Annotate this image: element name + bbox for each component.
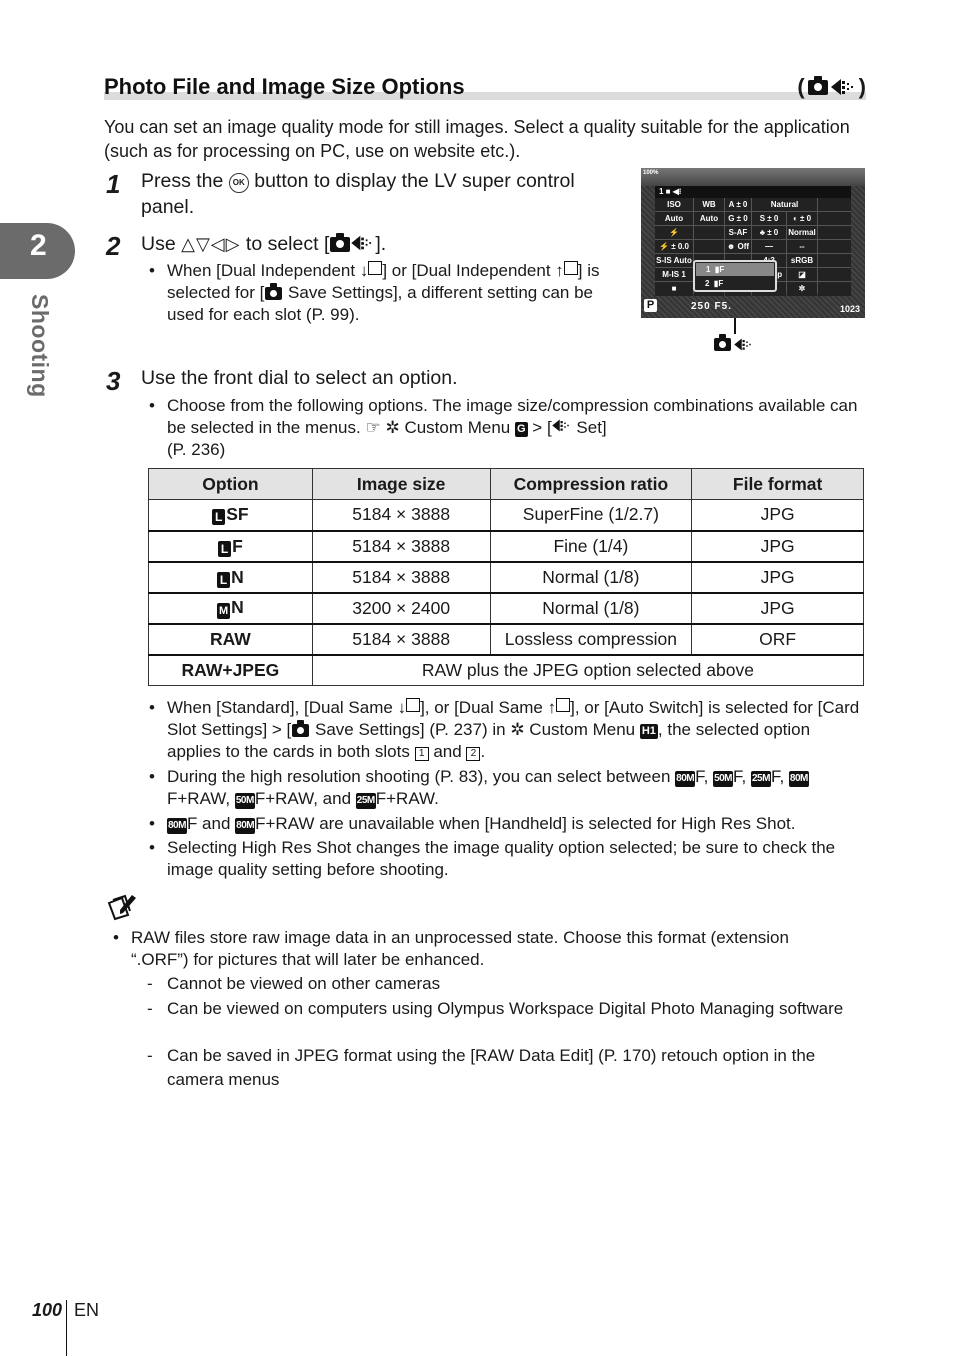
size-50m-badge: 50M [713, 771, 734, 787]
size-large-badge: L [217, 571, 231, 588]
raw-note-sub: - Cannot be viewed on other cameras [147, 974, 441, 993]
size-25m-badge: 25M [355, 793, 376, 809]
up-arrow-icon: ↑ [547, 698, 557, 717]
camera-icon [330, 233, 351, 252]
table-row: L SF 5184 × 3888 SuperFine (1/2.7) JPG [148, 499, 864, 531]
column-header: Option [148, 468, 313, 500]
table-row: RAW+JPEG RAW plus the JPEG option select… [148, 653, 865, 686]
callout-line [734, 318, 736, 334]
high-res-change-bullet: • Selecting High Res Shot changes the im… [149, 838, 836, 879]
ok-button-icon: OK [228, 173, 249, 193]
size-80m-badge: 80M [788, 771, 809, 787]
camera-icon [807, 75, 828, 95]
slot-1-icon: 1 [414, 747, 429, 761]
table-header-row: Option Image size Compression ratio File… [148, 468, 864, 500]
chapter-number: 2 [30, 229, 47, 262]
table-row: LN 5184 × 3888 Normal (1/8) JPG [148, 560, 864, 593]
section-title: Photo File and Image Size Options ( ) [104, 74, 866, 102]
step-3-bullet: • Choose from the following options. The… [149, 396, 858, 459]
table-row: LF 5184 × 3888 Fine (1/4) JPG [148, 529, 864, 562]
gear-icon: ✲ [385, 418, 400, 437]
table-row: MN 3200 × 2400 Normal (1/8) JPG [148, 591, 864, 624]
up-arrow-icon: ↑ [555, 261, 564, 280]
high-res-bullet: • During the high resolution shooting (P… [149, 767, 809, 809]
callout-caption [713, 334, 754, 352]
gear-icon: ✲ [510, 720, 525, 739]
shots-remaining: 1023 [839, 304, 860, 314]
image-quality-popup: 1 ▮F 2 ▮F [693, 260, 777, 292]
image-quality-icon [551, 419, 569, 432]
step-3-text: Use the front dial to select an option. [141, 367, 458, 389]
handheld-bullet: • 80MF and 80MF+RAW are unavailable when… [149, 814, 796, 834]
reference-icon: ☞ [365, 418, 381, 437]
title-icon-group: ( ) [797, 74, 866, 99]
footer-divider [66, 1300, 67, 1356]
size-large-badge: L [218, 540, 232, 557]
lcd-header: 1 ■ ◀⁝ [655, 186, 851, 198]
step-2-bullet: • When [Dual Independent ↓] or [Dual Ind… [149, 261, 600, 324]
option-cell: RAW+JPEG [148, 653, 313, 686]
intro-text: You can set an image quality mode for st… [104, 117, 850, 161]
lv-super-control-panel-image: 100% 1 ■ ◀⁝ ISO WB A ± 0 Natural Auto Au… [641, 168, 865, 318]
step-1-text: Press the OK button to display the LV su… [141, 170, 575, 218]
down-arrow-icon: ↓ [397, 698, 407, 717]
size-80m-badge: 80M [167, 818, 187, 834]
size-25m-badge: 25M [750, 771, 771, 787]
raw-note-sub: - Can be saved in JPEG format using the … [147, 1046, 816, 1089]
size-50m-badge: 50M [234, 793, 255, 809]
size-80m-badge: 80M [675, 771, 696, 787]
raw-note-sub: - Can be viewed on computers using Olymp… [147, 999, 844, 1018]
option-cell: L SF [148, 499, 313, 531]
table-row: RAW 5184 × 3888 Lossless compression ORF [148, 622, 864, 655]
size-80m-badge: 80M [235, 818, 256, 834]
step-2-text: Use △▽◁▷ to select []. [141, 233, 387, 255]
note-icon [107, 894, 136, 921]
option-cell: RAW [148, 622, 313, 655]
option-cell: MN [148, 591, 313, 624]
menu-h1-badge: H1 [639, 724, 658, 739]
options-table: Option Image size Compression ratio File… [148, 468, 865, 686]
step-number: 1 [106, 169, 121, 199]
option-cell: LN [148, 560, 313, 593]
menu-g-badge: G [515, 422, 528, 437]
page-number: 100 [32, 1300, 63, 1320]
camera-icon [714, 334, 731, 351]
raw-note-bullet: • RAW files store raw image data in an u… [113, 928, 789, 969]
card-icon [563, 261, 578, 275]
camera-icon [292, 720, 310, 737]
camera-icon [265, 283, 283, 300]
card-icon [556, 698, 571, 712]
card-icon [406, 698, 421, 712]
slot-2-quality: 2 ▮F [705, 279, 724, 288]
card-icon [368, 261, 383, 275]
slot-2-icon: 2 [466, 747, 481, 761]
step-number: 2 [106, 231, 121, 261]
page-title: Photo File and Image Size Options [104, 74, 465, 99]
chapter-label: Shooting [27, 294, 53, 398]
down-arrow-icon: ↓ [359, 261, 369, 280]
language-code: EN [74, 1300, 100, 1320]
mode-indicator: P [644, 299, 657, 312]
battery-indicator: 100% [643, 170, 659, 176]
column-header: File format [691, 468, 864, 500]
arrow-pad-icon: △▽◁▷ [181, 234, 241, 254]
column-header: Image size [311, 468, 491, 500]
image-quality-icon [734, 338, 751, 351]
size-medium-badge: M [217, 603, 231, 619]
slot-1-quality: 1 ▮F [696, 263, 774, 276]
size-large-badge: L [212, 509, 226, 526]
option-cell: LF [148, 529, 313, 562]
exposure-readout: 250 F5. [691, 301, 732, 312]
image-quality-icon [351, 235, 372, 251]
card-slot-bullet: • When [Standard], [Dual Same ↓], or [Du… [149, 698, 860, 761]
image-quality-icon [830, 79, 853, 95]
step-number: 3 [106, 366, 121, 396]
column-header: Compression ratio [489, 468, 693, 500]
